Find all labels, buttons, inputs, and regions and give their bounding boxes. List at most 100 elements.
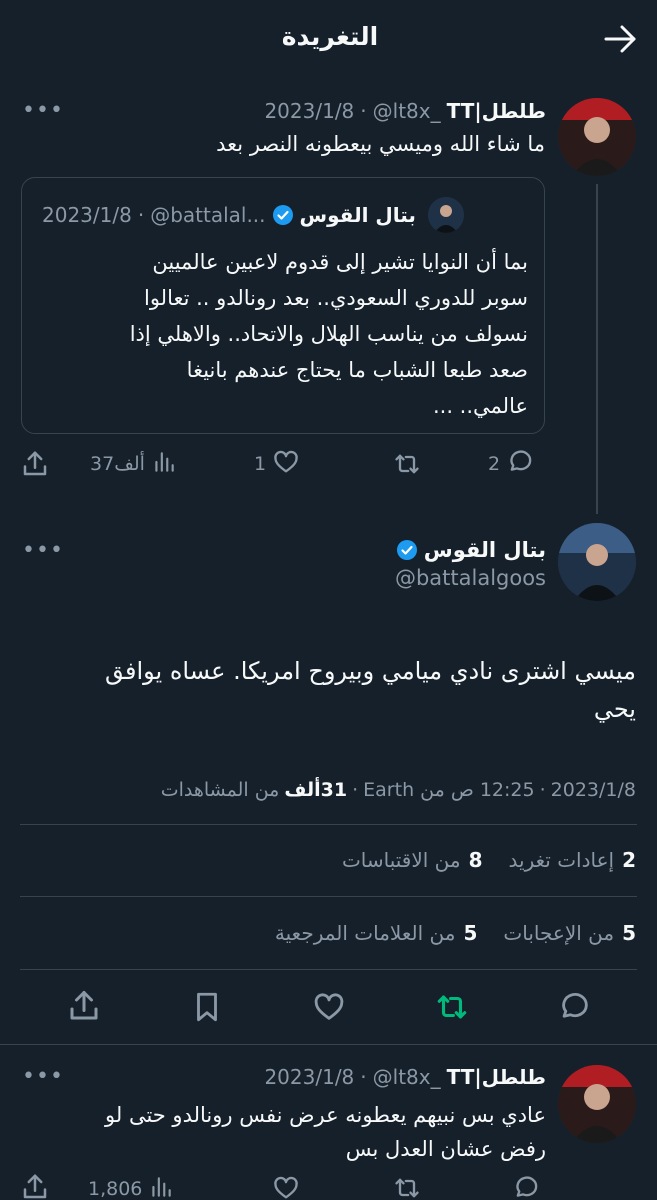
likes-count[interactable]: 5: [622, 921, 636, 945]
reply-button[interactable]: [556, 990, 592, 1028]
author-name: بتال القوس: [299, 203, 416, 227]
like-button[interactable]: 1: [254, 449, 300, 479]
tweet-line: ميسي اشترى نادي ميامي وبيروح امريكا. عسا…: [104, 657, 636, 685]
share-button[interactable]: [20, 449, 50, 483]
avatar[interactable]: [558, 98, 636, 176]
header: التغريدة: [0, 0, 657, 80]
verified-icon: [396, 539, 418, 561]
likes-label[interactable]: من الإعجابات: [503, 921, 614, 945]
back-arrow-icon[interactable]: [600, 22, 640, 56]
share-icon: [20, 1174, 50, 1200]
share-icon: [20, 451, 50, 483]
divider: [20, 969, 637, 970]
quote-header: 2023/1/8 · @battalal... بتال القوس: [22, 197, 544, 233]
reply2-header: 2023/1/8 · @lt8x_ طلطل|TT: [200, 1062, 546, 1092]
page-title: التغريدة: [281, 22, 379, 51]
bookmarks-count[interactable]: 5: [463, 921, 477, 945]
separator: ·: [360, 1065, 367, 1089]
divider: [0, 1044, 657, 1045]
quote-line: صعد طبعا الشباب ما يحتاج عندهم بانيغا: [186, 358, 528, 382]
separator: ·: [360, 99, 367, 123]
like-icon: [272, 448, 300, 480]
main-tweet-text: ميسي اشترى نادي ميامي وبيروح امريكا. عسا…: [30, 652, 636, 728]
tweet-line: رفض عشان العدل بس: [345, 1137, 546, 1161]
time-source: 12:25 ص من Earth: [363, 779, 535, 801]
quoted-tweet[interactable]: 2023/1/8 · @battalal... بتال القوس بما أ…: [21, 177, 545, 434]
tweet-date: 2023/1/8: [264, 1065, 355, 1089]
separator: ·: [539, 779, 546, 801]
tweet-text: عادي بس نبيهم يعطونه عرض نفس رونالدو حتى…: [30, 1098, 546, 1166]
stats-row-2: من العلامات المرجعية 5 من الإعجابات 5: [20, 917, 636, 949]
views-icon: [148, 1174, 174, 1200]
reply-icon: [506, 448, 534, 480]
avatar: [427, 197, 464, 233]
retweet-icon: [392, 1178, 422, 1200]
tweet-line: يحي: [593, 695, 636, 723]
like-icon: [272, 1176, 300, 1200]
views-count: 1,806: [88, 1178, 143, 1200]
quote-text: بما أن النوايا تشير إلى قدوم لاعبين عالم…: [42, 244, 528, 424]
retweet-icon: [392, 454, 422, 482]
views-count: 37ألف: [90, 453, 145, 475]
quote-line: نسولف من يناسب الهلال والاتحاد.. والاهلي…: [129, 322, 528, 346]
views-button[interactable]: 1,806: [88, 1174, 174, 1200]
reply-count: 2: [488, 453, 501, 475]
quote-line: عالمي.. ...: [432, 394, 528, 418]
avatar[interactable]: [558, 1065, 636, 1143]
author-name[interactable]: بتال القوس: [424, 538, 546, 562]
quotes-count[interactable]: 8: [469, 848, 483, 872]
more-icon[interactable]: •••: [22, 540, 64, 562]
quote-line: سوبر للدوري السعودي.. بعد رونالدو .. تعا…: [144, 286, 528, 310]
views-button[interactable]: 37ألف: [90, 449, 177, 479]
reply1-header: 2023/1/8 · @lt8x_ طلطل|TT: [200, 96, 546, 126]
quotes-label[interactable]: من الاقتباسات: [342, 848, 461, 872]
tweet-date: 2023/1/8: [264, 99, 355, 123]
bookmark-icon: [190, 992, 224, 1028]
thread-line: [596, 184, 598, 514]
tweet-meta: من المشاهدات 31ألف · 12:25 ص من Earth · …: [20, 776, 636, 804]
more-icon[interactable]: •••: [22, 1066, 64, 1088]
verified-icon: [272, 204, 294, 226]
tweet-text: ما شاء الله وميسي بيعطونه النصر بعد: [216, 132, 545, 156]
retweet-button[interactable]: [433, 990, 471, 1028]
author-handle[interactable]: @lt8x_: [373, 99, 441, 123]
like-icon: [311, 993, 347, 1028]
like-button[interactable]: [272, 1174, 300, 1200]
share-icon: [66, 991, 102, 1028]
retweets-count[interactable]: 2: [622, 848, 636, 872]
stats-row-1: من الاقتباسات 8 إعادات تغريد 2: [20, 844, 636, 876]
views-value: 31ألف: [284, 779, 348, 801]
tweet-date: 2023/1/8: [42, 203, 132, 227]
reply-button[interactable]: 2: [488, 449, 534, 479]
retweet-button[interactable]: [392, 1174, 422, 1200]
author-handle[interactable]: @lt8x_: [373, 1065, 441, 1089]
reply-icon: [556, 993, 592, 1028]
views-label: من المشاهدات: [160, 779, 280, 801]
quote-line: بما أن النوايا تشير إلى قدوم لاعبين عالم…: [152, 250, 528, 274]
like-button[interactable]: [311, 990, 347, 1028]
divider: [20, 824, 637, 825]
reply-icon: [512, 1176, 540, 1200]
separator: ·: [352, 779, 359, 801]
bookmark-button[interactable]: [190, 990, 224, 1028]
author-handle: @battalal...: [150, 203, 266, 227]
views-icon: [151, 449, 177, 479]
retweet-icon: [433, 995, 471, 1028]
author-handle[interactable]: @battalalgoos: [300, 566, 546, 590]
share-button[interactable]: [20, 1172, 50, 1200]
avatar[interactable]: [558, 523, 636, 601]
main-author-row: بتال القوس: [300, 534, 546, 566]
reply-button[interactable]: [512, 1174, 540, 1200]
author-name[interactable]: طلطل|TT: [447, 99, 546, 123]
author-name[interactable]: طلطل|TT: [447, 1065, 546, 1089]
like-count: 1: [254, 453, 267, 475]
retweets-label[interactable]: إعادات تغريد: [509, 848, 615, 872]
share-button[interactable]: [66, 988, 102, 1028]
tweet-line: عادي بس نبيهم يعطونه عرض نفس رونالدو حتى…: [105, 1103, 546, 1127]
separator: ·: [137, 203, 145, 227]
bookmarks-label[interactable]: من العلامات المرجعية: [275, 921, 456, 945]
more-icon[interactable]: •••: [22, 100, 64, 122]
tweet-date: 2023/1/8: [550, 779, 636, 801]
divider: [20, 896, 637, 897]
retweet-button[interactable]: [392, 450, 422, 482]
